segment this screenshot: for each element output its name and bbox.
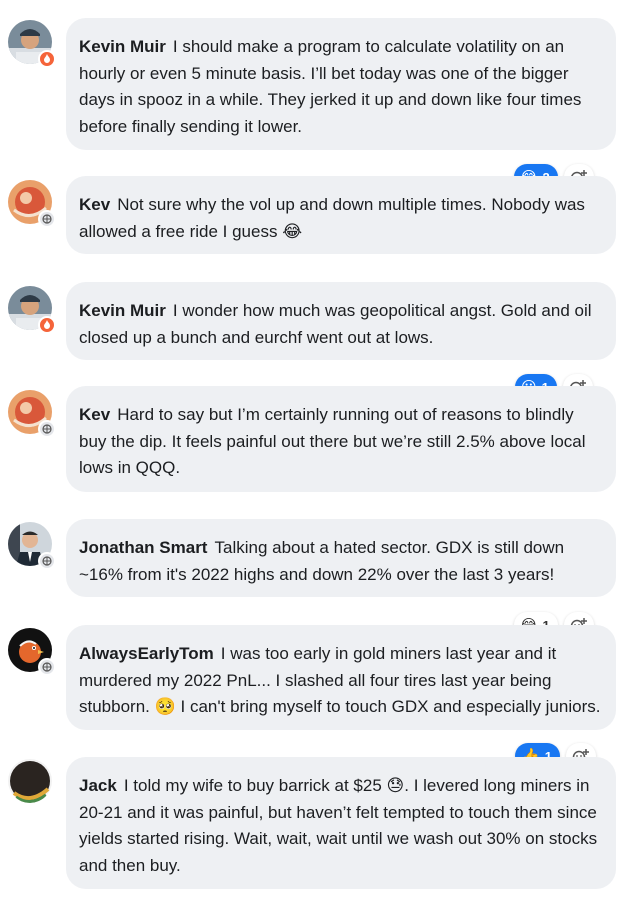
comment-bubble: Kev Hard to say but I’m certainly running… [66,386,616,492]
comment-bubble: Kevin Muir I wonder how much was geopolit… [66,282,616,360]
avatar[interactable] [8,20,56,68]
fire-badge-icon [38,316,56,334]
comment-text: Not sure why the vol up and down multipl… [79,195,585,241]
inline-emoji: 🥺 [154,697,176,716]
author-name[interactable]: Kevin Muir [79,301,166,320]
inline-emoji: 😂 [282,221,303,241]
comment-bubble: Jack I told my wife to buy barrick at $25… [66,757,616,889]
fire-badge-icon [38,50,56,68]
avatar[interactable] [8,390,56,438]
comment-bubble: Jonathan Smart Talking about a hated sect… [66,519,616,597]
author-name[interactable]: Jonathan Smart [79,538,207,557]
author-name[interactable]: Kevin Muir [79,37,166,56]
author-name[interactable]: Kev [79,195,110,214]
author-name[interactable]: Kev [79,405,110,424]
inline-emoji: 😓 [386,776,405,795]
comment-text-continued: I can't bring myself to touch GDX and es… [180,697,601,716]
author-name[interactable]: AlwaysEarlyTom [79,644,214,663]
avatar[interactable] [8,522,56,570]
member-badge-icon [38,658,56,676]
comment-bubble: Kev Not sure why the vol up and down mult… [66,176,616,254]
comment-bubble: AlwaysEarlyTom I was too early in gold mi… [66,625,616,730]
avatar[interactable] [8,759,54,805]
avatar[interactable] [8,180,56,228]
member-badge-icon [38,210,56,228]
avatar[interactable] [8,286,56,334]
author-name[interactable]: Jack [79,776,117,795]
member-badge-icon [38,420,56,438]
avatar[interactable] [8,628,56,676]
comment-text: I told my wife to buy barrick at $25 [123,776,382,795]
member-badge-icon [38,552,56,570]
comment-bubble: Kevin Muir I should make a program to cal… [66,18,616,150]
comment-text: Hard to say but I’m certainly running ou… [79,405,586,477]
